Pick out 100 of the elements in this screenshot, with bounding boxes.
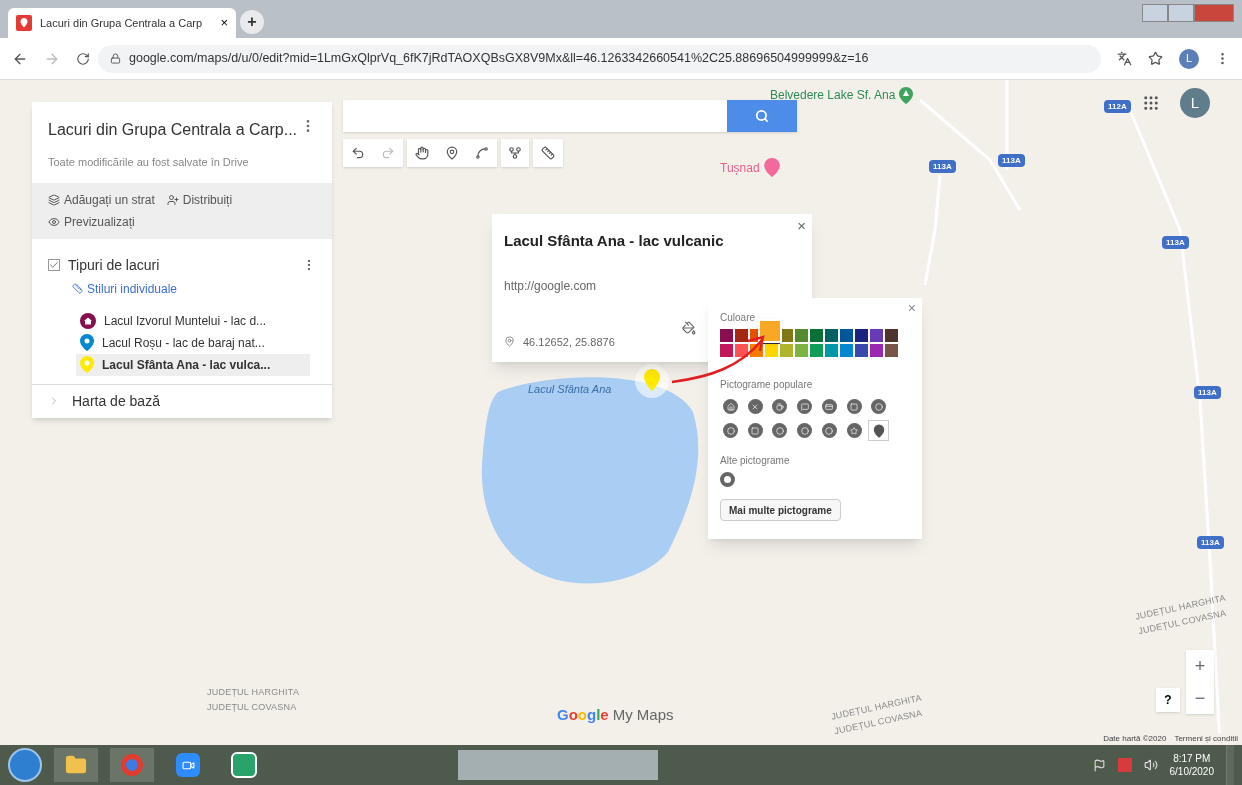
color-swatch[interactable] <box>870 344 883 357</box>
icon-option[interactable] <box>720 472 735 487</box>
feature-label: Lacul Roșu - lac de baraj nat... <box>102 334 265 352</box>
zoom-in-button[interactable]: + <box>1186 650 1214 682</box>
popup-close[interactable]: × <box>907 298 916 319</box>
color-swatch[interactable] <box>810 329 823 342</box>
chat-symbol-icon <box>797 399 813 414</box>
circle-symbol-icon <box>772 423 788 438</box>
color-swatch[interactable] <box>795 344 808 357</box>
feature-description: http://google.com <box>504 277 598 295</box>
app-icon[interactable] <box>231 752 257 778</box>
maps-favicon-icon <box>16 15 32 31</box>
color-swatch[interactable] <box>840 329 853 342</box>
section-heading: Alte pictograme <box>720 454 791 468</box>
terms-link[interactable]: Termeni și conditii <box>1174 733 1238 745</box>
color-swatch[interactable] <box>840 344 853 357</box>
ruler-icon <box>72 283 83 294</box>
undo-icon[interactable] <box>351 146 365 160</box>
circle-symbol-icon <box>821 423 837 438</box>
preview-link[interactable]: Previzualizați <box>48 212 316 231</box>
card-close[interactable]: × <box>797 215 806 238</box>
color-swatch[interactable] <box>735 329 748 342</box>
apps-grid-icon[interactable] <box>1142 94 1160 112</box>
maximize-button[interactable] <box>1168 4 1194 22</box>
tab-close[interactable]: × <box>220 13 228 33</box>
volume-icon[interactable] <box>1143 758 1158 772</box>
line-icon[interactable] <box>475 146 489 160</box>
layers-icon <box>48 193 60 206</box>
search-icon <box>755 109 769 123</box>
circle-symbol-icon <box>723 423 738 438</box>
color-swatch[interactable] <box>810 344 823 357</box>
park-pin-icon <box>899 86 914 104</box>
more-icons-button[interactable]: Mai multe pictograme <box>720 499 841 521</box>
video-camera-icon <box>176 753 200 777</box>
lock-icon <box>110 53 121 64</box>
road-shield: 113A <box>1194 386 1221 399</box>
ruler-icon <box>541 146 555 160</box>
section-heading: Pictograme populare <box>720 378 814 392</box>
action-center-icon[interactable] <box>1092 758 1106 772</box>
home-symbol-icon <box>723 399 738 414</box>
check-icon <box>49 260 59 270</box>
help-button[interactable]: ? <box>1156 688 1180 712</box>
place-label: Tușnad <box>720 158 780 177</box>
layer-name: Tipuri de lacuri <box>68 255 161 275</box>
search-field[interactable] <box>343 100 727 132</box>
color-swatch[interactable] <box>885 344 898 357</box>
county-border-label: JUDEȚUL HARGHITA JUDEȚUL COVASNA <box>207 686 300 714</box>
layer-feature-item[interactable]: Lacul Sfânta Ana - lac vulca... <box>76 353 310 376</box>
coordinates-text: 46.12652, 25.8876 <box>523 334 615 350</box>
route-button[interactable] <box>501 139 529 167</box>
search-button[interactable] <box>727 100 797 132</box>
ruler-button[interactable] <box>533 139 563 167</box>
section-heading: Culoare <box>720 311 757 325</box>
road-shield: 112A <box>1104 100 1131 113</box>
style-icon[interactable] <box>682 321 696 335</box>
cross-symbol-icon <box>747 399 763 414</box>
square-symbol-icon <box>747 423 763 438</box>
my-maps-logo: Google My Maps <box>557 705 674 725</box>
save-status: Toate modificările au fost salvate în Drive <box>47 155 250 170</box>
color-swatch[interactable] <box>825 329 838 342</box>
clock-date: 6/10/2020 <box>1169 765 1214 778</box>
layer-checkbox[interactable] <box>48 259 60 271</box>
color-swatch[interactable] <box>780 344 793 357</box>
bookmark-star-icon[interactable] <box>1148 51 1163 66</box>
marker-icon[interactable] <box>445 146 459 160</box>
browser-tab[interactable]: Lacuri din Grupa Centrala a Carp × <box>8 8 236 38</box>
style-link[interactable]: Stiluri individuale <box>72 279 332 298</box>
place-label: Belvedere Lake Sf. Ana <box>770 86 914 104</box>
hand-icon[interactable] <box>415 146 429 160</box>
feature-label: Lacul Izvorul Muntelui - lac d... <box>104 312 267 330</box>
minimize-button[interactable] <box>1142 4 1168 22</box>
color-swatch[interactable] <box>825 344 838 357</box>
star-symbol-icon <box>846 423 862 438</box>
account-avatar[interactable]: L <box>1180 88 1210 118</box>
color-swatch[interactable] <box>735 344 748 357</box>
layer-feature-item[interactable]: Lacul Roșu - lac de baraj nat... <box>76 331 310 354</box>
fork-arrow-icon <box>508 146 522 160</box>
color-swatch[interactable] <box>885 329 898 342</box>
lake-label: Lacul Sfânta Ana <box>528 382 612 397</box>
color-swatch[interactable] <box>855 329 868 342</box>
share-link[interactable]: Distribuiți <box>166 190 233 209</box>
address-field[interactable]: google.com/maps/d/u/0/edit?mid=1LmGxQlprVq_6fK7jRdTAOXQBsGX8V9Mx&ll=46.1263342660541%2C25.88696504999999&z=16 <box>98 44 1101 73</box>
layer-feature-item[interactable]: Lacul Izvorul Muntelui - lac d... <box>76 309 310 332</box>
translate-icon[interactable] <box>1117 51 1132 66</box>
color-swatch[interactable] <box>720 344 733 357</box>
new-tab-button[interactable]: + <box>240 10 264 34</box>
file-explorer-icon[interactable] <box>54 748 98 782</box>
reload-icon[interactable] <box>76 51 90 66</box>
zoom-out-button[interactable]: − <box>1186 682 1214 714</box>
cup-symbol-icon <box>772 399 788 414</box>
profile-avatar[interactable]: L <box>1179 48 1199 69</box>
eye-icon <box>48 215 60 228</box>
start-button[interactable] <box>8 748 42 782</box>
color-swatch[interactable] <box>765 344 778 357</box>
color-swatch[interactable] <box>795 329 808 342</box>
add-layer-link[interactable]: Adăugați un strat <box>48 190 155 209</box>
square-symbol-icon <box>846 399 862 414</box>
color-swatch[interactable] <box>720 329 733 342</box>
color-swatch[interactable] <box>855 344 868 357</box>
color-swatch[interactable] <box>870 329 883 342</box>
